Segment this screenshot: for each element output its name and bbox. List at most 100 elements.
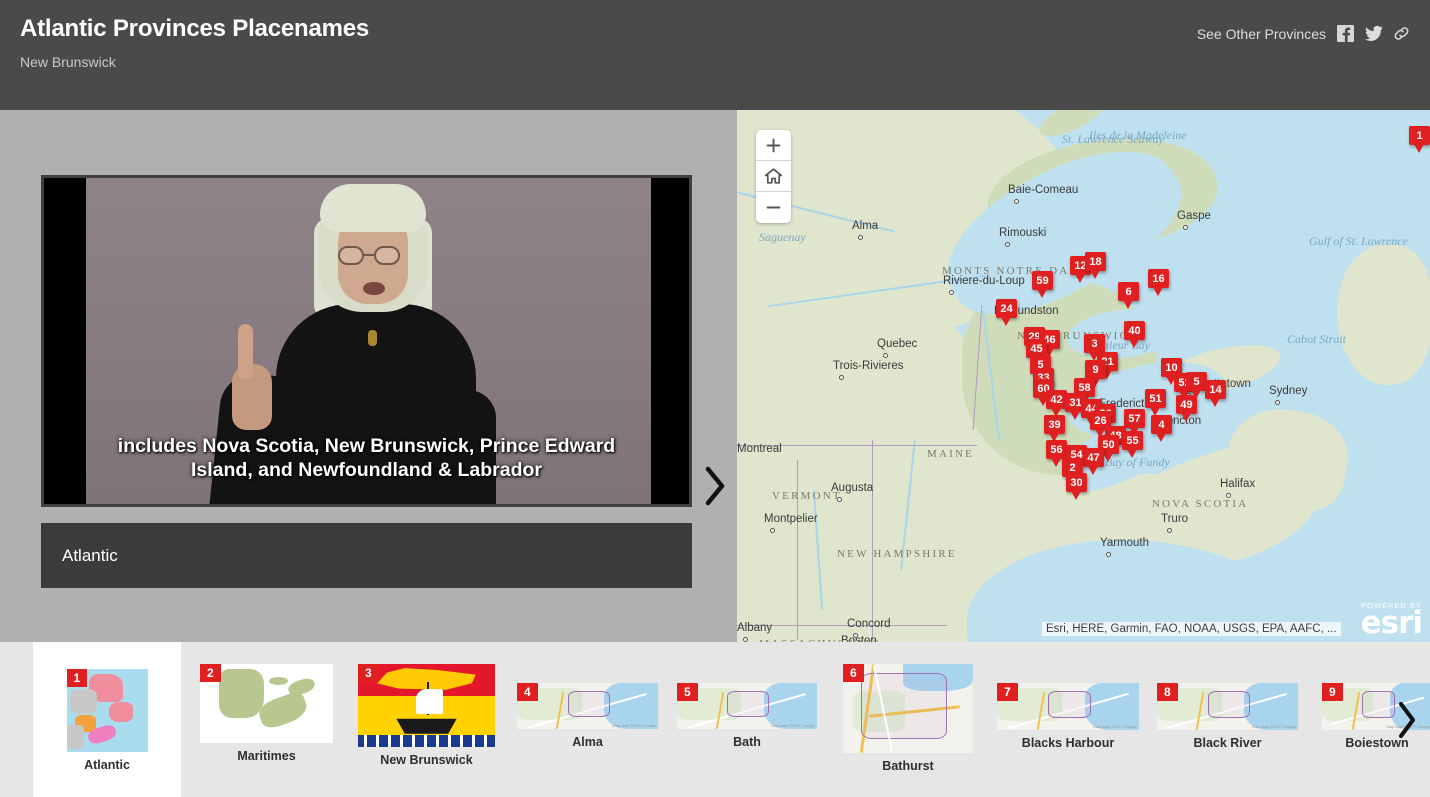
map-city-dot (883, 353, 888, 358)
map-marker-number: 59 (1032, 271, 1053, 290)
thumbnail-badge: 1 (66, 669, 88, 687)
next-thumbnails-button[interactable] (1388, 690, 1426, 750)
map-marker-42[interactable]: 42 (1046, 390, 1067, 417)
thumb-quebec (69, 688, 98, 714)
map-marker-number: 9 (1085, 360, 1106, 379)
chevron-right-icon (705, 466, 725, 506)
map-marker-14[interactable]: 14 (1205, 380, 1226, 407)
map-label-nova-scotia: NOVA SCOTIA (1152, 498, 1249, 510)
map-label-rimouski: Rimouski (999, 227, 1047, 239)
map-marker-tip (1123, 300, 1133, 309)
thumbnail-item-blacks-harbour[interactable]: Map data ©2017 Google 7 Blacks Harbour (997, 642, 1139, 797)
map-marker-59[interactable]: 59 (1032, 271, 1053, 298)
thumb-pei (269, 676, 288, 685)
app-root: Atlantic Provinces Placenames New Brunsw… (0, 0, 1430, 797)
map-label-iles-de-la-madeleine: Iles de la Madeleine (1089, 128, 1187, 142)
thumbnail-label: Maritimes (237, 749, 296, 763)
map-city-dot (1167, 528, 1172, 533)
home-icon (764, 168, 783, 184)
thumbnail-label: Bath (733, 735, 761, 749)
map-canvas[interactable]: Baie-Comeau Alma Rimouski Riviere-du-Loup Qu… (737, 110, 1430, 642)
thumbnail-image-wrap: Map data ©2017 Google 7 (997, 683, 1139, 730)
thumbnail-image: Map data ©2017 Google (517, 683, 658, 729)
map-city-dot (949, 290, 954, 295)
map-marker-number: 30 (1066, 473, 1087, 492)
thumbnail-item-black-river[interactable]: Map data ©2017 Google 8 Black River (1157, 642, 1298, 797)
thumbnail-strip[interactable]: 1 Atlantic 2 Maritimes 3 New Brunswick Map dat… (0, 642, 1430, 797)
map-marker-24[interactable]: 24 (996, 299, 1017, 326)
thumb-water (1244, 683, 1298, 730)
thumbnail-image-wrap: 2 (200, 664, 333, 743)
map-marker-tip (1129, 339, 1139, 348)
map-marker-16[interactable]: 16 (1148, 269, 1169, 296)
header-actions: See Other Provinces (1197, 25, 1410, 42)
map-marker-number: 3 (1084, 334, 1105, 353)
thumbnail-image: Map data ©2017 Google (997, 683, 1139, 730)
signer-mouth (363, 282, 385, 295)
map-marker-6[interactable]: 6 (1118, 282, 1139, 309)
map-marker-number: 39 (1044, 415, 1065, 434)
thumbnail-item-bathurst[interactable]: 6 Bathurst (843, 642, 973, 797)
map-marker-39[interactable]: 39 (1044, 415, 1065, 442)
map-label-cabot-strait: Cabot Strait (1287, 332, 1347, 346)
thumbnail-item-new-brunswick[interactable]: 3 New Brunswick (358, 642, 495, 797)
video-player[interactable]: includes Nova Scotia, New Brunswick, Pri… (41, 175, 692, 507)
thumbnail-label: Bathurst (882, 759, 934, 773)
map-controls[interactable] (756, 130, 791, 223)
map-marker-number: 47 (1083, 448, 1104, 467)
thumbnail-item-bath[interactable]: Map data ©2017 Google 5 Bath (677, 642, 817, 797)
map-label-saguenay: Saguenay (759, 230, 806, 244)
map-marker-tip (1088, 466, 1098, 475)
map-label-new-hampshire: NEW HAMPSHIRE (837, 548, 957, 560)
map-marker-number: 5 (1186, 372, 1207, 391)
page-title: Atlantic Provinces Placenames (20, 15, 370, 42)
map-marker-55[interactable]: 55 (1122, 431, 1143, 458)
plus-icon (766, 138, 781, 152)
facebook-icon[interactable] (1337, 25, 1354, 42)
link-icon[interactable] (1393, 25, 1410, 42)
map-marker-47[interactable]: 47 (1083, 448, 1104, 475)
twitter-icon[interactable] (1365, 25, 1383, 42)
map-label-yarmouth: Yarmouth (1100, 537, 1150, 549)
page-subtitle: New Brunswick (20, 54, 116, 70)
thumb-water (1085, 683, 1139, 730)
map-label-alma: Alma (852, 220, 879, 232)
thumb-place-outline (727, 691, 770, 718)
map-label-sydney: Sydney (1269, 385, 1308, 397)
thumbnail-label: Blacks Harbour (1021, 736, 1115, 750)
media-title-bar: Atlantic (41, 523, 692, 588)
thumb-place-outline (567, 691, 611, 718)
land-newfoundland (1337, 245, 1430, 385)
map-marker-1[interactable]: 1 (1409, 126, 1430, 153)
map-marker-51[interactable]: 51 (1145, 389, 1166, 416)
map-marker-30[interactable]: 30 (1066, 473, 1087, 500)
map-label-concord: Concord (847, 618, 891, 630)
zoom-in-button[interactable] (756, 130, 791, 161)
zoom-out-button[interactable] (756, 192, 791, 223)
map-label-monts-notre-dame: MONTS NOTRE DAME (942, 265, 1091, 277)
map-marker-18[interactable]: 18 (1085, 252, 1106, 279)
thumbnail-badge: 8 (1157, 683, 1178, 701)
map-marker-number: 6 (1118, 282, 1139, 301)
next-media-button[interactable] (694, 452, 736, 520)
map-marker-49[interactable]: 49 (1176, 395, 1197, 422)
thumbnail-item-maritimes[interactable]: 2 Maritimes (200, 642, 333, 797)
see-other-provinces-link[interactable]: See Other Provinces (1197, 26, 1326, 42)
border-nh-maine (872, 440, 874, 640)
thumb-map-attribution: Map data ©2017 Google (1252, 724, 1296, 729)
thumbnail-item-atlantic[interactable]: 1 Atlantic (33, 642, 181, 797)
map-marker-number: 57 (1124, 409, 1145, 428)
media-panel: includes Nova Scotia, New Brunswick, Pri… (0, 110, 737, 642)
video-caption: includes Nova Scotia, New Brunswick, Pri… (44, 434, 689, 482)
map-marker-40[interactable]: 40 (1124, 321, 1145, 348)
thumbnail-item-alma[interactable]: Map data ©2017 Google 4 Alma (517, 642, 658, 797)
map-label-halifax: Halifax (1220, 478, 1256, 490)
map-label-truro: Truro (1161, 513, 1189, 525)
map-marker-4b[interactable]: 4 (1151, 415, 1172, 442)
thumbnail-label: Black River (1193, 736, 1262, 750)
thumbnail-image-wrap: 1 (66, 669, 148, 752)
map-marker-number: 55 (1122, 431, 1143, 450)
home-button[interactable] (756, 161, 791, 192)
map-panel[interactable]: Baie-Comeau Alma Rimouski Riviere-du-Loup Qu… (737, 110, 1430, 642)
thumbnail-badge: 3 (358, 664, 379, 682)
